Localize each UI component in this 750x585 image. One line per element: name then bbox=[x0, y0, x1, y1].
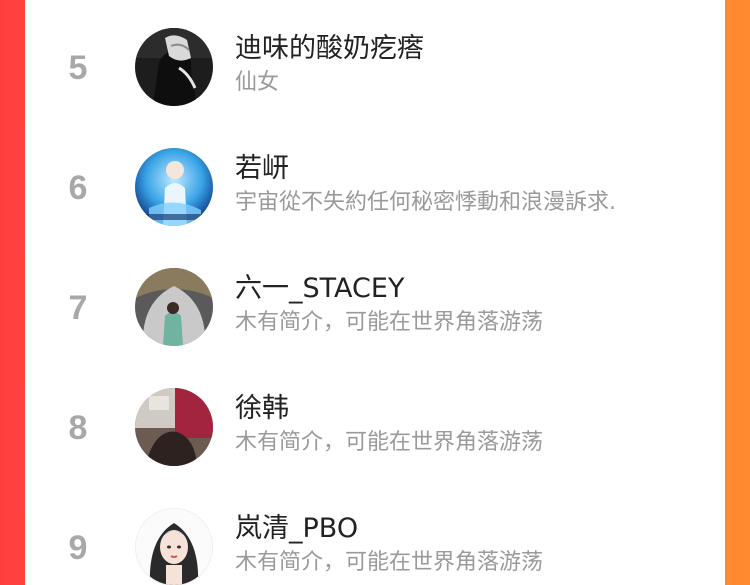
user-name[interactable]: 六一_STACEY bbox=[235, 272, 404, 306]
rank-number: 8 bbox=[68, 409, 88, 447]
rank-number: 6 bbox=[68, 169, 88, 207]
user-bio: 木有简介，可能在世界角落游荡 bbox=[235, 430, 544, 455]
user-bio: 木有简介，可能在世界角落游荡 bbox=[235, 550, 544, 575]
ranking-row-8[interactable]: 8 徐韩 木有简介，可能在世界角落游荡 bbox=[25, 388, 725, 468]
user-name[interactable]: 徐韩 bbox=[235, 392, 289, 426]
user-name[interactable]: 岚清_PBO bbox=[235, 512, 358, 546]
ranking-row-7[interactable]: 7 六一_STACEY 木有简介，可能在世界角落游荡 bbox=[25, 268, 725, 348]
user-bio: 宇宙從不失約任何秘密悸動和浪漫訴求. bbox=[235, 190, 616, 215]
user-name[interactable]: 若岍 bbox=[235, 152, 289, 186]
user-avatar-mirror-selfie-icon[interactable] bbox=[135, 268, 213, 346]
user-avatar-blue-stage-photo-icon[interactable] bbox=[135, 148, 213, 226]
user-name[interactable]: 迪味的酸奶疙瘩 bbox=[235, 32, 424, 66]
rank-number: 5 bbox=[68, 49, 88, 87]
user-bio: 仙女 bbox=[235, 70, 280, 95]
rank-number: 9 bbox=[68, 529, 88, 567]
user-bio: 木有简介，可能在世界角落游荡 bbox=[235, 310, 544, 335]
ranking-row-6[interactable]: 6 若岍 宇宙從不失約任何秘密悸動和浪漫訴求. bbox=[25, 148, 725, 228]
user-avatar-illustration-icon[interactable] bbox=[135, 508, 213, 585]
page-background: 5 迪味的酸奶疙瘩 仙女 6 若岍 宇宙從不失約任何秘密悸動和浪漫訴求. 7 六… bbox=[0, 0, 750, 585]
user-avatar-dark-photo-icon[interactable] bbox=[135, 28, 213, 106]
rank-number: 7 bbox=[68, 289, 88, 327]
ranking-row-9[interactable]: 9 岚清_PBO 木有简介，可能在世界角落游荡 bbox=[25, 508, 725, 585]
user-avatar-room-photo-icon[interactable] bbox=[135, 388, 213, 466]
ranking-row-5[interactable]: 5 迪味的酸奶疙瘩 仙女 bbox=[25, 28, 725, 108]
ranking-list-card: 5 迪味的酸奶疙瘩 仙女 6 若岍 宇宙從不失約任何秘密悸動和浪漫訴求. 7 六… bbox=[25, 0, 725, 585]
